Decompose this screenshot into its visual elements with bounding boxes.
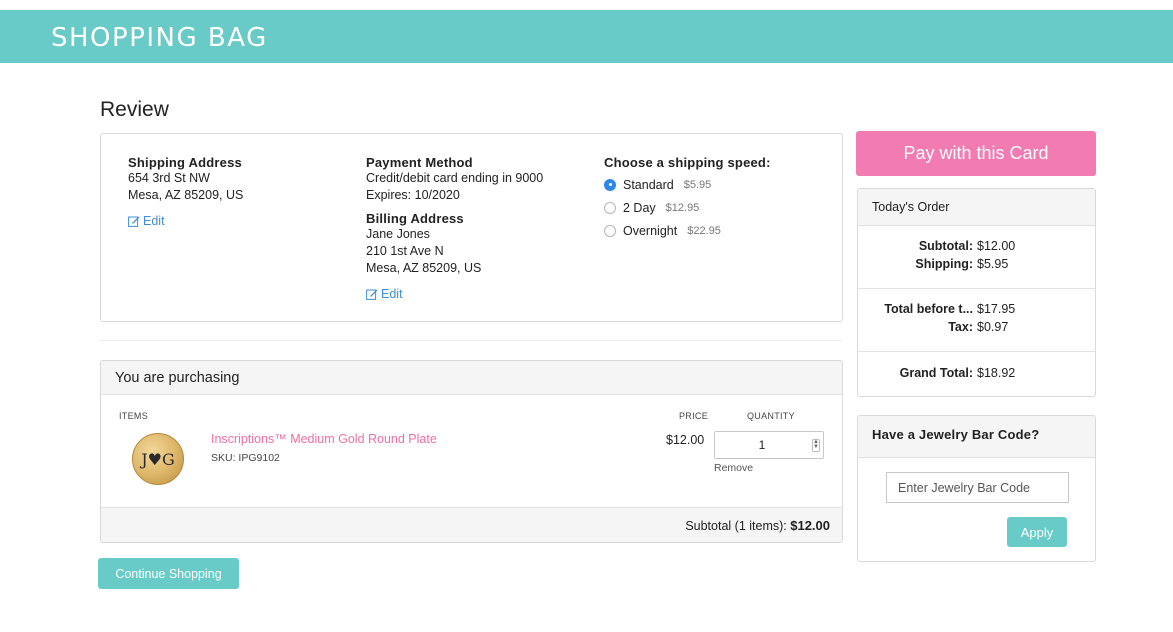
- radio-button[interactable]: [604, 201, 616, 214]
- todays-order-panel: Today's Order Subtotal: $12.00 Shipping:…: [857, 188, 1096, 397]
- shipping-option-2-day[interactable]: 2 Day $12.95: [604, 199, 824, 216]
- payment-expiry-line: Expires: 10/2020: [366, 188, 460, 202]
- jewelry-bar-code-input[interactable]: [886, 472, 1069, 503]
- order-subtotal-value: $12.00: [977, 239, 1016, 253]
- edit-billing-address-link[interactable]: Edit: [366, 287, 586, 301]
- shipping-option-overnight[interactable]: Overnight $22.95: [604, 222, 824, 239]
- edit-label: Edit: [381, 287, 403, 301]
- purchase-footer: Subtotal (1 items): $12.00: [101, 507, 842, 542]
- subtotal-label: Subtotal (1 items):: [685, 519, 787, 533]
- shipping-option-price: $12.95: [665, 201, 700, 214]
- order-grand-total-row: Grand Total: $18.92: [858, 366, 1095, 384]
- items-column-header: ITEMS: [119, 411, 149, 421]
- shipping-address-heading: Shipping Address: [128, 155, 242, 170]
- order-tax-label: Tax:: [948, 320, 973, 334]
- edit-icon: [366, 289, 378, 300]
- product-sku: SKU: IPG9102: [211, 452, 280, 464]
- order-grand-total-label: Grand Total:: [899, 366, 973, 380]
- payment-card-line: Credit/debit card ending in 9000: [366, 171, 544, 185]
- purchase-heading: You are purchasing: [101, 361, 842, 395]
- pay-with-card-button[interactable]: Pay with this Card: [856, 131, 1096, 176]
- billing-address-heading: Billing Address: [366, 211, 464, 226]
- order-before-tax-label: Total before t...: [884, 302, 973, 316]
- stepper-arrows-icon[interactable]: ▲ ▼: [812, 439, 820, 452]
- order-shipping-value: $5.95: [977, 257, 1009, 271]
- order-before-tax-value: $17.95: [977, 302, 1016, 316]
- shipping-speed-section: Choose a shipping speed: Standard $5.95 …: [604, 155, 824, 239]
- radio-button-selected[interactable]: [604, 178, 616, 191]
- product-name-link[interactable]: Inscriptions™ Medium Gold Round Plate: [211, 432, 437, 446]
- order-grand-total-value: $18.92: [977, 366, 1016, 380]
- order-subtotals: Subtotal: $12.00 Shipping: $5.95: [858, 226, 1095, 289]
- order-shipping-row: Shipping: $5.95: [858, 257, 1095, 275]
- order-tax-row: Tax: $0.97: [858, 320, 1095, 338]
- order-grand-total-section: Grand Total: $18.92: [858, 352, 1095, 396]
- section-divider: [100, 340, 843, 341]
- purchase-subtotal: Subtotal (1 items): $12.00: [685, 518, 830, 533]
- edit-label: Edit: [143, 214, 165, 228]
- remove-item-link[interactable]: Remove: [714, 462, 753, 474]
- review-heading: Review: [100, 98, 169, 121]
- edit-shipping-address-link[interactable]: Edit: [128, 214, 328, 228]
- quantity-value: 1: [758, 438, 766, 452]
- product-image[interactable]: J♥G: [132, 433, 184, 485]
- shipping-option-label: Overnight: [623, 223, 678, 238]
- quantity-stepper[interactable]: 1 ▲ ▼: [714, 431, 824, 459]
- order-shipping-label: Shipping:: [915, 257, 973, 271]
- edit-icon: [128, 216, 140, 227]
- product-price: $12.00: [666, 433, 705, 447]
- billing-address-line1: Jane Jones: [366, 227, 430, 241]
- shipping-address-section: Shipping Address 654 3rd St NW Mesa, AZ …: [128, 155, 328, 228]
- shipping-option-price: $5.95: [683, 178, 712, 191]
- header-bar: SHOPPING BAG: [0, 10, 1173, 63]
- page-title: SHOPPING BAG: [51, 23, 268, 53]
- order-tax-value: $0.97: [977, 320, 1009, 334]
- radio-button[interactable]: [604, 224, 616, 237]
- shipping-option-standard[interactable]: Standard $5.95: [604, 176, 824, 193]
- shipping-option-label: Standard: [623, 177, 674, 192]
- billing-address-line2: 210 1st Ave N: [366, 244, 444, 258]
- shipping-option-price: $22.95: [687, 224, 721, 237]
- payment-section: Payment Method Credit/debit card ending …: [366, 155, 586, 301]
- shipping-address-line1: 654 3rd St NW: [128, 171, 210, 185]
- shipping-address-line2: Mesa, AZ 85209, US: [128, 188, 244, 202]
- review-panel: Shipping Address 654 3rd St NW Mesa, AZ …: [100, 133, 843, 322]
- price-column-header: PRICE: [679, 411, 709, 421]
- shipping-speed-heading: Choose a shipping speed:: [604, 155, 771, 170]
- purchase-panel: You are purchasing ITEMS PRICE QUANTITY …: [100, 360, 843, 543]
- jewelry-bar-code-heading: Have a Jewelry Bar Code?: [858, 416, 1095, 458]
- todays-order-heading: Today's Order: [858, 189, 1095, 226]
- continue-shopping-button[interactable]: Continue Shopping: [98, 558, 239, 589]
- order-before-tax-row: Total before t... $17.95: [858, 302, 1095, 320]
- shipping-option-label: 2 Day: [623, 200, 656, 215]
- order-subtotal-row: Subtotal: $12.00: [858, 239, 1095, 257]
- apply-button[interactable]: Apply: [1007, 517, 1067, 547]
- order-subtotal-label: Subtotal:: [918, 239, 973, 253]
- payment-method-heading: Payment Method: [366, 155, 473, 170]
- quantity-column-header: QUANTITY: [747, 411, 795, 421]
- jewelry-bar-code-panel: Have a Jewelry Bar Code? Apply: [857, 415, 1096, 562]
- billing-address-line3: Mesa, AZ 85209, US: [366, 261, 482, 275]
- subtotal-value: $12.00: [790, 518, 830, 533]
- order-tax-section: Total before t... $17.95 Tax: $0.97: [858, 289, 1095, 352]
